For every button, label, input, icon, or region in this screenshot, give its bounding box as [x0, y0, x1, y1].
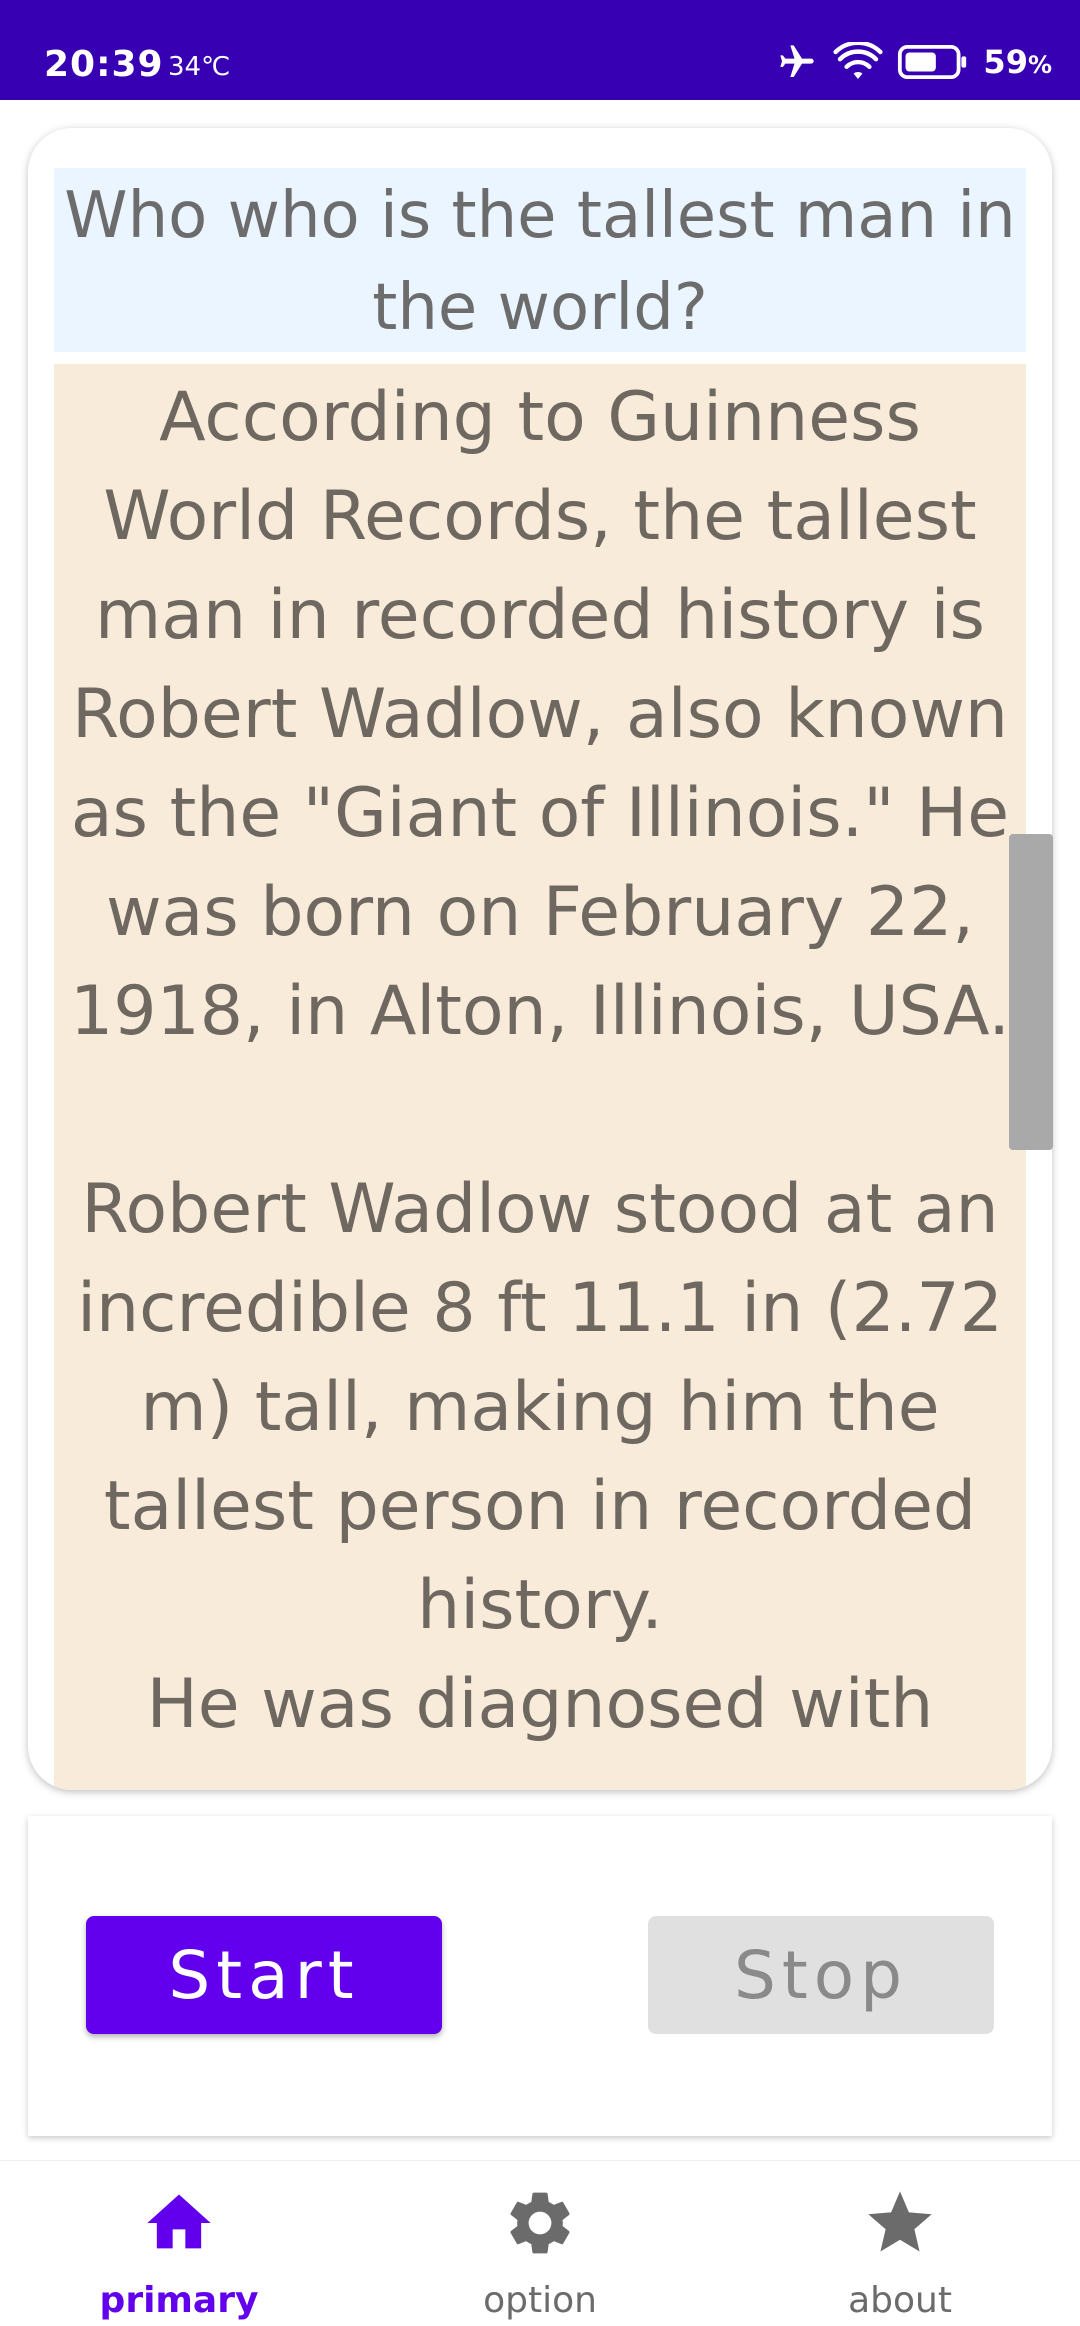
wifi-icon: [833, 42, 884, 79]
battery-percent-unit: %: [1027, 51, 1052, 79]
controls-card: Start Stop: [28, 1816, 1052, 2136]
battery-icon: [898, 44, 967, 80]
gear-icon: [510, 2192, 570, 2254]
question-bubble: Who who is the tallest man in the world?: [54, 168, 1026, 352]
nav-label-option: option: [483, 2280, 597, 2321]
nav-item-option[interactable]: option: [420, 2185, 660, 2325]
status-bar: 20:39 34℃ 59%: [0, 0, 1080, 100]
answer-bubble[interactable]: According to Guinness World Records, the…: [54, 364, 1026, 1790]
answer-text: According to Guinness World Records, the…: [69, 378, 1010, 1744]
stop-button[interactable]: Stop: [648, 1916, 994, 2034]
battery-percent-value: 59: [983, 43, 1028, 81]
nav-label-primary: primary: [99, 2280, 259, 2321]
start-button[interactable]: Start: [86, 1916, 442, 2034]
answer-scrollbar[interactable]: [1009, 834, 1053, 1150]
battery-percent: 59%: [983, 43, 1052, 81]
nav-item-primary[interactable]: primary: [59, 2185, 299, 2325]
airplane-icon: [780, 45, 815, 77]
star-icon: [868, 2191, 932, 2252]
status-temperature: 34℃: [168, 52, 231, 82]
bottom-navigation: primary option about: [0, 2160, 1080, 2326]
home-icon: [147, 2194, 211, 2249]
nav-item-about[interactable]: about: [780, 2185, 1020, 2325]
nav-label-about: about: [848, 2280, 952, 2321]
status-time: 20:39: [44, 44, 164, 85]
chat-card: Who who is the tallest man in the world?…: [28, 128, 1052, 1790]
status-icons: 59%: [775, 40, 1052, 84]
